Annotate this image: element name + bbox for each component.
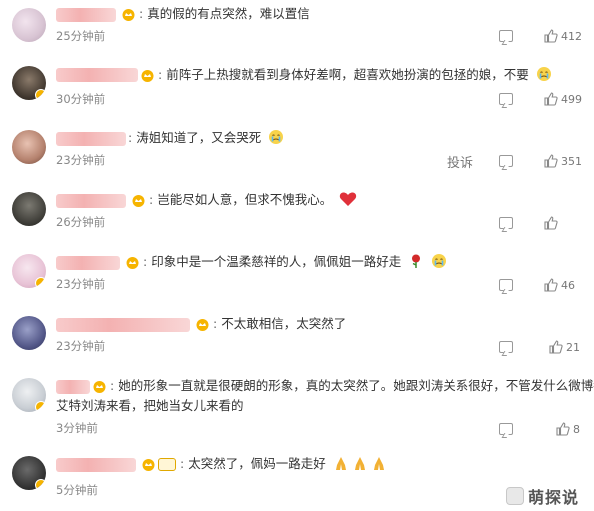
like-button[interactable] xyxy=(544,216,558,230)
crown-icon xyxy=(141,70,154,82)
username-blurred[interactable] xyxy=(56,458,136,472)
like-count: 46 xyxy=(561,278,575,292)
thumbs-up-icon xyxy=(544,278,558,292)
thumbs-up-icon xyxy=(549,340,563,354)
thumbs-up-icon xyxy=(544,92,558,106)
like-count: 499 xyxy=(561,92,582,106)
like-button[interactable]: 21 xyxy=(549,340,580,354)
comment-item: : 印象中是一个温柔慈祥的人，佩佩姐一路好走 23分钟前 46 xyxy=(0,246,594,308)
comment-item: : 不太敢相信，太突然了 23分钟前 21 xyxy=(0,308,594,370)
crown-icon xyxy=(132,195,145,207)
reply-icon[interactable] xyxy=(499,341,513,353)
reply-icon[interactable] xyxy=(499,217,513,229)
comment-time: 25分钟前 xyxy=(56,29,106,43)
comment-item: : 她的形象一直就是很硬朗的形象，真的太突然了。她跟刘涛关系很好，不管发什么微博都… xyxy=(0,370,594,448)
comment-text: : 前阵子上热搜就看到身体好差啊，超喜欢她扮演的包拯的娘，不要 xyxy=(158,65,552,85)
avatar[interactable] xyxy=(12,130,46,164)
comment-time: 3分钟前 xyxy=(56,421,98,435)
thumbs-up-icon xyxy=(556,422,570,436)
crown-icon xyxy=(126,257,139,269)
username-blurred[interactable] xyxy=(56,68,138,82)
thumbs-up-icon xyxy=(544,154,558,168)
username-blurred[interactable] xyxy=(56,318,190,332)
verified-badge-icon xyxy=(35,277,46,288)
comment-time: 23分钟前 xyxy=(56,339,106,353)
comment-text: : 印象中是一个温柔慈祥的人，佩佩姐一路好走 xyxy=(143,252,447,272)
comment-text: : 涛姐知道了，又会哭死 xyxy=(128,128,284,148)
comment-text: : 太突然了，佩妈一路走好 xyxy=(180,454,387,474)
comment-text-continued: 艾特刘涛来看，把她当女儿来看的 xyxy=(56,398,244,413)
watermark-logo-icon xyxy=(506,487,524,505)
comment-text: : 她的形象一直就是很硬朗的形象，真的太突然了。她跟刘涛关系很好，不管发什么微博都… xyxy=(110,378,594,393)
report-button[interactable]: 投诉 xyxy=(447,152,473,171)
cry-face-icon xyxy=(432,254,447,268)
avatar[interactable] xyxy=(12,254,46,288)
like-button[interactable]: 412 xyxy=(544,29,582,43)
thumbs-up-icon xyxy=(544,216,558,230)
avatar[interactable] xyxy=(12,192,46,226)
like-count: 351 xyxy=(561,154,582,168)
like-count: 412 xyxy=(561,29,582,43)
cry-face-icon xyxy=(269,130,284,144)
username-blurred[interactable] xyxy=(56,380,90,394)
reply-icon[interactable] xyxy=(499,155,513,167)
crown-icon xyxy=(142,459,155,471)
verified-badge-icon xyxy=(35,479,46,490)
comment-time: 23分钟前 xyxy=(56,277,106,291)
reply-icon[interactable] xyxy=(499,279,513,291)
like-button[interactable]: 8 xyxy=(556,422,580,436)
pray-hands-icon xyxy=(354,457,365,470)
watermark-text: 萌探说 xyxy=(528,488,580,507)
heart-icon xyxy=(340,192,357,206)
avatar[interactable] xyxy=(12,456,46,490)
comment-text: : 不太敢相信，太突然了 xyxy=(213,316,347,331)
comment-text: : 岂能尽如人意，但求不愧我心。 xyxy=(149,190,357,210)
like-button[interactable]: 46 xyxy=(544,278,575,292)
crown-icon xyxy=(122,9,135,21)
like-count: 8 xyxy=(573,422,580,436)
verified-badge-icon xyxy=(35,401,46,412)
like-count: 21 xyxy=(566,340,580,354)
comment-time: 5分钟前 xyxy=(56,483,98,497)
thumbs-up-icon xyxy=(544,29,558,43)
pray-hands-icon xyxy=(373,457,384,470)
like-button[interactable]: 351 xyxy=(544,154,582,168)
comment-item: : 前阵子上热搜就看到身体好差啊，超喜欢她扮演的包拯的娘，不要 30分钟前 499 xyxy=(0,60,594,122)
reply-icon[interactable] xyxy=(499,423,513,435)
watermark: 萌探说 xyxy=(506,484,579,508)
username-blurred[interactable] xyxy=(56,132,126,146)
username-blurred[interactable] xyxy=(56,194,126,208)
comment-item: : 真的假的有点突然，难以置信 25分钟前 412 xyxy=(0,0,594,60)
avatar[interactable] xyxy=(12,316,46,350)
comment-time: 30分钟前 xyxy=(56,92,106,106)
reply-icon[interactable] xyxy=(499,30,513,42)
avatar[interactable] xyxy=(12,378,46,412)
username-blurred[interactable] xyxy=(56,8,116,22)
comment-time: 26分钟前 xyxy=(56,215,106,229)
fan-level-badge xyxy=(158,458,176,471)
comment-text: : 真的假的有点突然，难以置信 xyxy=(139,6,310,21)
comment-item: : 太突然了，佩妈一路走好 5分钟前 xyxy=(0,448,594,511)
avatar[interactable] xyxy=(12,8,46,42)
avatar[interactable] xyxy=(12,66,46,100)
comment-time: 23分钟前 xyxy=(56,153,106,167)
like-button[interactable]: 499 xyxy=(544,92,582,106)
rose-icon xyxy=(412,254,421,268)
cry-face-icon xyxy=(536,67,551,81)
comment-item: : 岂能尽如人意，但求不愧我心。 26分钟前 xyxy=(0,184,594,246)
crown-icon xyxy=(93,381,106,393)
verified-badge-icon xyxy=(35,89,46,100)
pray-hands-icon xyxy=(335,457,346,470)
comment-item: : 涛姐知道了，又会哭死 23分钟前 投诉 351 xyxy=(0,122,594,184)
username-blurred[interactable] xyxy=(56,256,120,270)
crown-icon xyxy=(196,319,209,331)
reply-icon[interactable] xyxy=(499,93,513,105)
